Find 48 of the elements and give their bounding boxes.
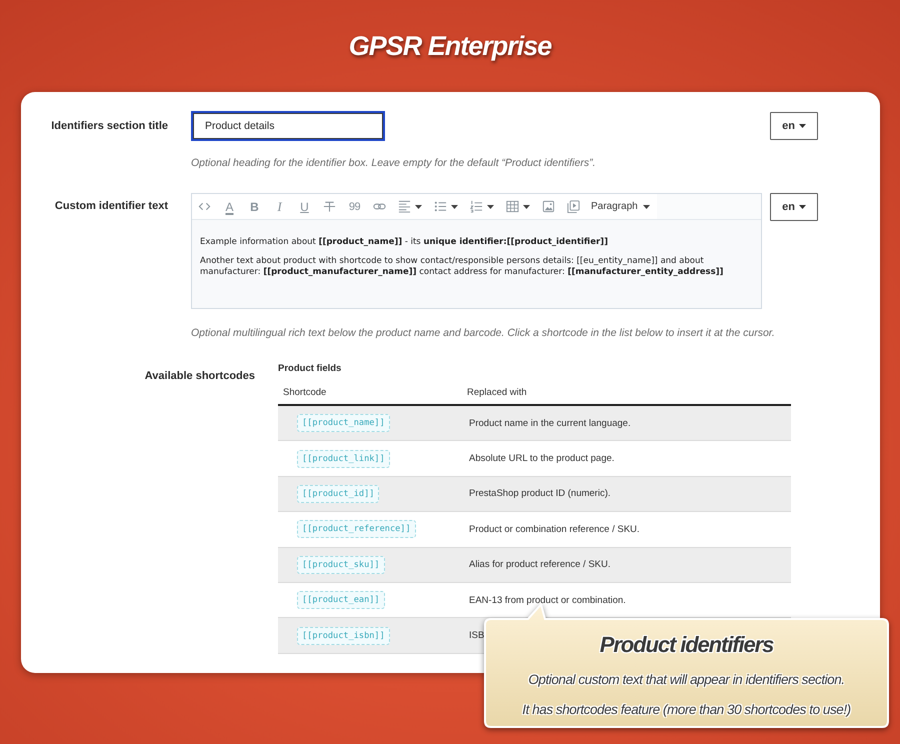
shortcode-chip[interactable]: [[product_id]] — [297, 484, 380, 503]
numbered-list-icon — [470, 200, 483, 213]
table-group-title: Product fields — [278, 362, 342, 376]
callout-text: Optional custom text that will appear in identifiers section. — [528, 671, 845, 689]
underline-button[interactable]: U — [292, 194, 317, 219]
bulleted-list-icon — [434, 200, 447, 213]
quote-button[interactable]: 99 — [342, 194, 367, 219]
caret-icon — [798, 124, 806, 128]
hint-text: Optional heading for the identifier box. Leave empty for the default “Product identifiers”. — [191, 156, 596, 170]
table-cell: Absolute URL to the product page. — [469, 453, 614, 464]
column-header: Shortcode — [282, 387, 326, 398]
table-cell: ISB — [469, 630, 484, 642]
table-cell: PrestaShop product ID (numeric). — [469, 488, 611, 500]
field-label: Identifiers section title — [51, 119, 168, 134]
editor-paragraph: Another text about product with shortcode to show contact/responsible persons details: [[eu_entity_name]] and about manufacturer: [[product_manufacturer_name]] contact address for manufacturer: [[manufacturer_entity_address]] — [200, 256, 724, 278]
page-title: GPSR Enterprise — [348, 30, 552, 62]
shortcode-chip[interactable]: [[product_isbn]] — [297, 626, 390, 645]
text-color-button[interactable]: A — [217, 194, 242, 219]
strikethrough-icon — [323, 200, 336, 213]
image-icon — [542, 200, 555, 213]
callout-title: Product identifiers — [600, 631, 774, 659]
callout-text: It has shortcodes feature (more than 30 shortcodes to use!) — [522, 701, 851, 719]
field-label: Available shortcodes — [144, 369, 255, 383]
editor-paragraph: Example information about [[product_name]] - its unique identifier:[[product_identifier]] — [200, 237, 608, 248]
table-cell: Product name in the current language. — [469, 418, 631, 429]
column-header: Replaced with — [466, 387, 527, 398]
language-dropdown[interactable]: en — [770, 112, 818, 140]
caret-icon — [798, 205, 806, 209]
bold-button[interactable]: B — [242, 194, 267, 219]
italic-button[interactable]: I — [267, 194, 292, 219]
paragraph-format-dropdown[interactable]: Paragraph — [586, 194, 657, 219]
shortcode-chip[interactable]: [[product_ean]] — [297, 591, 385, 610]
field-label: Custom identifier text — [54, 199, 168, 214]
rich-text-field[interactable] — [192, 220, 761, 308]
media-icon — [567, 200, 580, 213]
align-left-icon — [398, 200, 411, 213]
table-cell: Product or combination reference / SKU. — [469, 524, 640, 535]
shortcode-chip[interactable]: [[product_name]] — [297, 414, 390, 432]
language-dropdown[interactable]: en — [770, 193, 818, 221]
table-cell: EAN-13 from product or combination. — [469, 594, 626, 606]
hint-text: Optional multilingual rich text below the product name and barcode. Click a shortcode in the list below to insert it at the cursor. — [191, 326, 775, 340]
text-input[interactable]: Product details — [191, 111, 385, 141]
code-icon — [198, 200, 211, 213]
table-cell: Alias for product reference / SKU. — [469, 559, 611, 570]
shortcode-chip[interactable]: [[product_reference]] — [297, 520, 416, 538]
table-icon — [506, 200, 519, 213]
shortcode-chip[interactable]: [[product_sku]] — [297, 556, 385, 574]
shortcode-chip[interactable]: [[product_link]] — [297, 450, 390, 468]
